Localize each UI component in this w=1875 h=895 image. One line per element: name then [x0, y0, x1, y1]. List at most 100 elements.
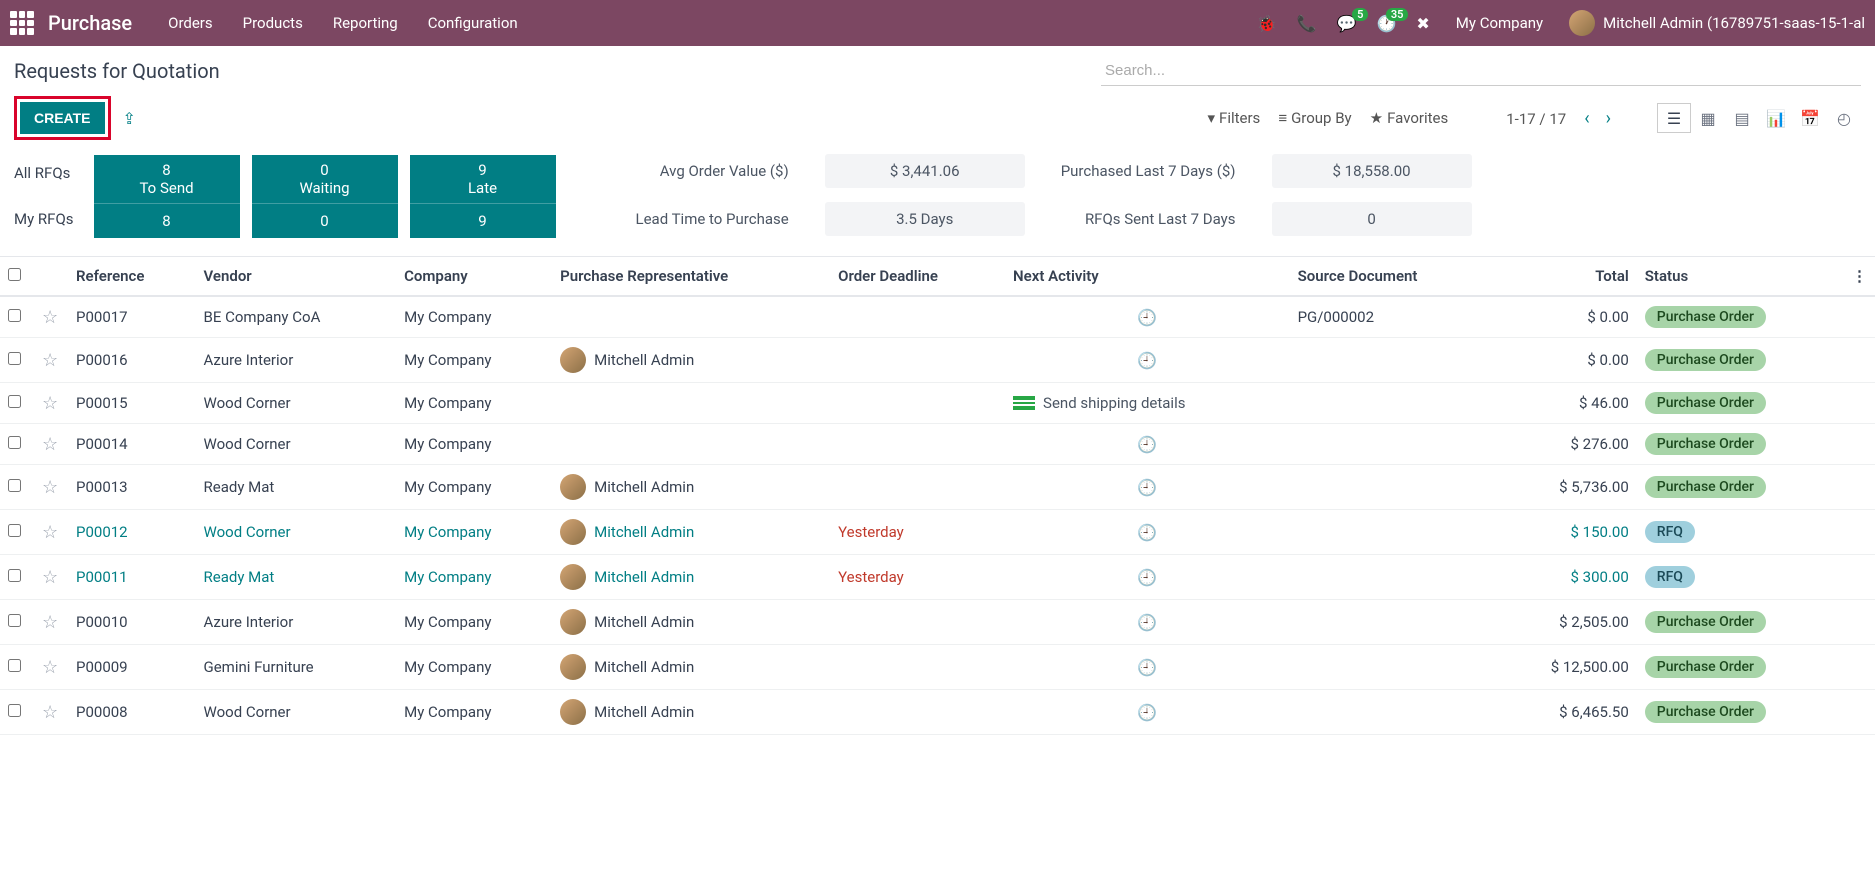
rep: Mitchell Admin [552, 600, 830, 645]
activity: 🕘 [1005, 690, 1290, 735]
table-row[interactable]: ☆ P00008 Wood Corner My Company Mitchell… [0, 690, 1875, 735]
rep [552, 296, 830, 338]
company: My Company [404, 523, 491, 541]
star-icon[interactable]: ☆ [42, 434, 58, 455]
row-checkbox[interactable] [8, 395, 21, 408]
nav-item-reporting[interactable]: Reporting [333, 14, 398, 32]
source [1290, 555, 1495, 600]
pager-prev[interactable]: ‹ [1576, 104, 1597, 133]
col-purchase-representative[interactable]: Purchase Representative [552, 257, 830, 297]
col-company[interactable]: Company [396, 257, 552, 297]
favorites-button[interactable]: ★Favorites [1370, 109, 1449, 127]
star-icon[interactable]: ☆ [42, 307, 58, 328]
tile-waiting[interactable]: 0Waiting [252, 155, 398, 204]
table-row[interactable]: ☆ P00013 Ready Mat My Company Mitchell A… [0, 465, 1875, 510]
view-graph[interactable]: 📊 [1759, 103, 1793, 133]
view-calendar[interactable]: 📅 [1793, 103, 1827, 133]
vendor: Wood Corner [204, 435, 291, 453]
table-row[interactable]: ☆ P00009 Gemini Furniture My Company Mit… [0, 645, 1875, 690]
row-checkbox[interactable] [8, 352, 21, 365]
view-list[interactable]: ☰ [1657, 103, 1691, 133]
table-row[interactable]: ☆ P00014 Wood Corner My Company 🕘 $ 276.… [0, 424, 1875, 465]
tile-my-2[interactable]: 9 [410, 204, 556, 238]
activity: 🕘 [1005, 465, 1290, 510]
avatar [1569, 10, 1595, 36]
col-total[interactable]: Total [1495, 257, 1637, 297]
col-more[interactable]: ⋮ [1844, 257, 1875, 297]
clock-icon[interactable]: 🕘 [1137, 703, 1157, 722]
table-row[interactable]: ☆ P00011 Ready Mat My Company Mitchell A… [0, 555, 1875, 600]
groupby-button[interactable]: ≡Group By [1278, 109, 1351, 127]
activities-icon[interactable]: 🕐35 [1376, 14, 1396, 33]
view-kanban[interactable]: ▦ [1691, 103, 1725, 133]
create-button[interactable]: CREATE [20, 102, 105, 134]
avatar [560, 609, 586, 635]
star-icon[interactable]: ☆ [42, 567, 58, 588]
nav-item-configuration[interactable]: Configuration [428, 14, 518, 32]
row-checkbox[interactable] [8, 479, 21, 492]
star-icon[interactable]: ☆ [42, 477, 58, 498]
tile-my-1[interactable]: 0 [252, 204, 398, 238]
clock-icon[interactable]: 🕘 [1137, 435, 1157, 454]
row-checkbox[interactable] [8, 614, 21, 627]
pager-next[interactable]: › [1598, 104, 1619, 133]
row-checkbox[interactable] [8, 524, 21, 537]
nav-item-products[interactable]: Products [243, 14, 303, 32]
col-order-deadline[interactable]: Order Deadline [830, 257, 1005, 297]
phone-icon[interactable]: 📞 [1297, 14, 1317, 33]
filters-button[interactable]: ▾Filters [1208, 109, 1261, 127]
clock-icon[interactable]: 🕘 [1137, 568, 1157, 587]
clock-icon[interactable]: 🕘 [1137, 351, 1157, 370]
activity-send[interactable]: Send shipping details [1013, 394, 1282, 412]
tools-icon[interactable]: ✖ [1416, 14, 1429, 33]
table-row[interactable]: ☆ P00016 Azure Interior My Company Mitch… [0, 338, 1875, 383]
dash-row-my[interactable]: My RFQs [14, 210, 74, 228]
table-row[interactable]: ☆ P00010 Azure Interior My Company Mitch… [0, 600, 1875, 645]
messaging-icon[interactable]: 💬5 [1337, 14, 1357, 33]
star-icon[interactable]: ☆ [42, 522, 58, 543]
debug-icon[interactable]: 🐞 [1257, 14, 1277, 33]
star-icon[interactable]: ☆ [42, 657, 58, 678]
user-menu[interactable]: Mitchell Admin (16789751-saas-15-1-al [1569, 10, 1865, 36]
clock-icon[interactable]: 🕘 [1137, 523, 1157, 542]
tile-to-send[interactable]: 8To Send [94, 155, 240, 204]
source [1290, 424, 1495, 465]
tile-my-0[interactable]: 8 [94, 204, 240, 238]
row-checkbox[interactable] [8, 659, 21, 672]
col-status[interactable]: Status [1637, 257, 1844, 297]
app-brand[interactable]: Purchase [48, 11, 132, 35]
view-pivot[interactable]: ▤ [1725, 103, 1759, 133]
star-icon[interactable]: ☆ [42, 393, 58, 414]
col-next-activity[interactable]: Next Activity [1005, 257, 1290, 297]
row-checkbox[interactable] [8, 436, 21, 449]
row-checkbox[interactable] [8, 309, 21, 322]
clock-icon[interactable]: 🕘 [1137, 478, 1157, 497]
table-row[interactable]: ☆ P00012 Wood Corner My Company Mitchell… [0, 510, 1875, 555]
clock-icon[interactable]: 🕘 [1137, 613, 1157, 632]
nav-item-orders[interactable]: Orders [168, 14, 213, 32]
apps-icon[interactable] [10, 11, 34, 35]
star-icon[interactable]: ☆ [42, 702, 58, 723]
view-activity[interactable]: ◴ [1827, 103, 1861, 133]
activity: 🕘 [1005, 555, 1290, 600]
star-icon[interactable]: ☆ [42, 350, 58, 371]
search-input[interactable] [1101, 56, 1861, 86]
status-badge: Purchase Order [1645, 349, 1766, 371]
table-row[interactable]: ☆ P00015 Wood Corner My Company Send shi… [0, 383, 1875, 424]
clock-icon[interactable]: 🕘 [1137, 658, 1157, 677]
col-reference[interactable]: Reference [68, 257, 196, 297]
import-icon[interactable]: ⇪ [123, 109, 136, 128]
star-icon[interactable]: ☆ [42, 612, 58, 633]
tile-late[interactable]: 9Late [410, 155, 556, 204]
col-vendor[interactable]: Vendor [196, 257, 397, 297]
company-switcher[interactable]: My Company [1456, 14, 1543, 32]
row-checkbox[interactable] [8, 569, 21, 582]
company: My Company [404, 613, 491, 631]
metric-value: $ 3,441.06 [825, 154, 1025, 188]
table-row[interactable]: ☆ P00017 BE Company CoA My Company 🕘 PG/… [0, 296, 1875, 338]
dash-row-all[interactable]: All RFQs [14, 164, 74, 182]
clock-icon[interactable]: 🕘 [1137, 308, 1157, 327]
row-checkbox[interactable] [8, 704, 21, 717]
col-source-document[interactable]: Source Document [1290, 257, 1495, 297]
select-all[interactable] [8, 268, 21, 281]
